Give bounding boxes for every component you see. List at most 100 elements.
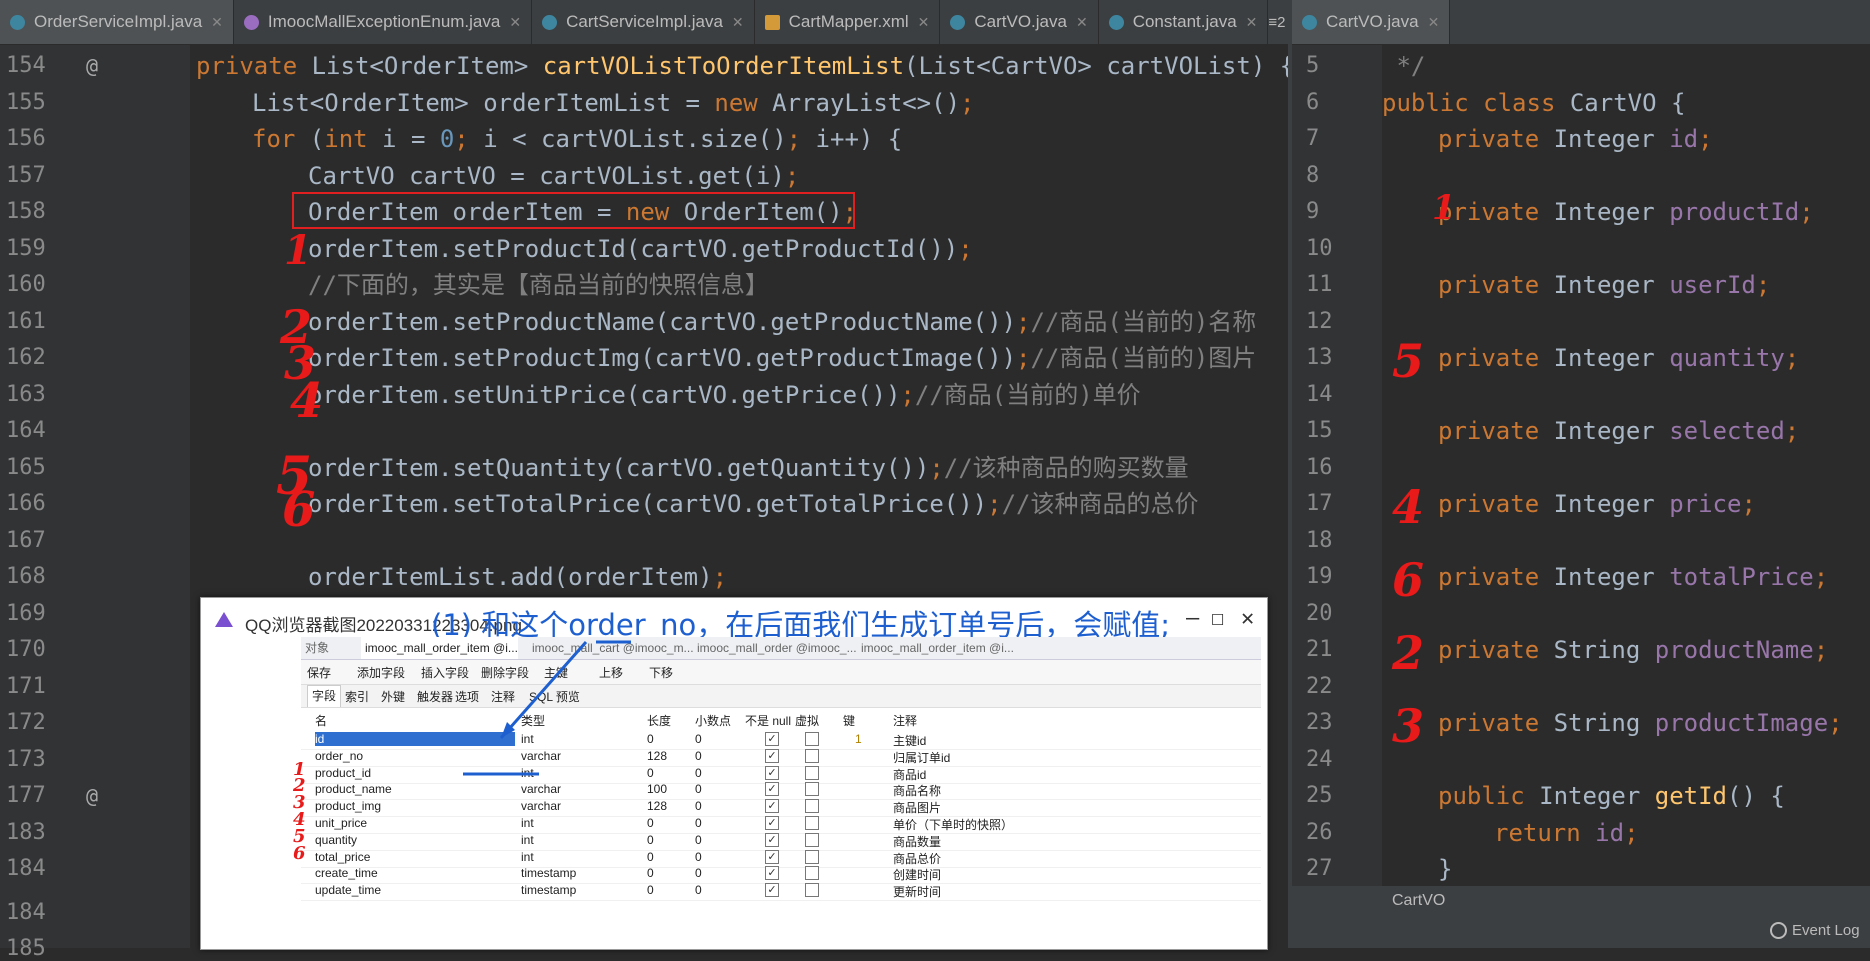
close-tab-icon[interactable]: ✕	[1428, 14, 1440, 31]
tab-orderserviceimpl-java[interactable]: OrderServiceImpl.java ✕	[0, 0, 234, 44]
cell-len[interactable]: 0	[647, 766, 654, 780]
subtab[interactable]: 外键	[381, 688, 405, 705]
navicat-tab[interactable]: imooc_mall_order @imooc_...	[693, 637, 857, 659]
tab-cartvo-java[interactable]: CartVO.java ✕	[940, 0, 1099, 44]
not-null-checkbox[interactable]: ✓	[765, 748, 779, 763]
cell-len[interactable]: 0	[647, 883, 654, 897]
tab-imoocmallexceptionenum-java[interactable]: ImoocMallExceptionEnum.java ✕	[234, 0, 533, 44]
virtual-checkbox[interactable]	[805, 782, 819, 797]
toolbar-button[interactable]: 上移	[599, 664, 623, 681]
cell-type[interactable]: int	[521, 816, 534, 830]
virtual-checkbox[interactable]	[805, 816, 819, 830]
cell-dec[interactable]: 0	[695, 732, 702, 746]
cell-type[interactable]: varchar	[521, 782, 561, 796]
not-null-checkbox[interactable]: ✓	[765, 866, 779, 881]
cell-type[interactable]: int	[521, 833, 534, 847]
tab-cartvo-java[interactable]: CartVO.java ✕	[1292, 0, 1451, 44]
cell-dec[interactable]: 0	[695, 866, 702, 880]
cell-dec[interactable]: 0	[695, 850, 702, 864]
override-icon[interactable]: @	[86, 54, 98, 78]
navicat-tab[interactable]: imooc_mall_cart @imooc_m...	[528, 637, 694, 659]
virtual-checkbox[interactable]	[805, 732, 819, 746]
cell-dec[interactable]: 0	[695, 799, 702, 813]
qq-screenshot-viewer-window[interactable]: QQ浏览器截图20220331223304.png (1) 和这个order_n…	[200, 597, 1268, 950]
virtual-checkbox[interactable]	[805, 866, 819, 881]
cell-len[interactable]: 0	[647, 850, 654, 864]
not-null-checkbox[interactable]: ✓	[765, 849, 779, 864]
cell-len[interactable]: 0	[647, 833, 654, 847]
not-null-checkbox[interactable]: ✓	[765, 799, 779, 814]
cell-name[interactable]: quantity	[315, 833, 357, 847]
subtab[interactable]: 选项	[455, 688, 479, 705]
tab-constant-java[interactable]: Constant.java ✕	[1099, 0, 1269, 44]
cell-type[interactable]: varchar	[521, 799, 561, 813]
tab-cartmapper-xml[interactable]: CartMapper.xml ✕	[755, 0, 941, 44]
cell-name[interactable]: create_time	[315, 866, 378, 880]
cell-len[interactable]: 0	[647, 816, 654, 830]
right-code-editor[interactable]: 5 */ 6 public class CartVO {7 private Integ…	[1292, 45, 1870, 886]
tab-cartserviceimpl-java[interactable]: CartServiceImpl.java ✕	[532, 0, 755, 44]
toolbar-button[interactable]: 添加字段	[357, 664, 405, 681]
cell-name[interactable]: total_price	[315, 850, 370, 864]
close-tab-icon[interactable]: ✕	[1246, 14, 1258, 31]
cell-dec[interactable]: 0	[695, 816, 702, 830]
toolbar-button[interactable]: 插入字段	[421, 664, 469, 681]
cell-type[interactable]: int	[521, 766, 534, 780]
toolbar-button[interactable]: 保存	[307, 664, 331, 681]
subtab[interactable]: 索引	[345, 688, 369, 705]
cell-type[interactable]: int	[521, 732, 534, 746]
close-tab-icon[interactable]: ✕	[732, 14, 744, 31]
virtual-checkbox[interactable]	[805, 748, 819, 763]
cell-name[interactable]: update_time	[315, 883, 381, 897]
cell-dec[interactable]: 0	[695, 833, 702, 847]
virtual-checkbox[interactable]	[805, 832, 819, 847]
not-null-checkbox[interactable]: ✓	[765, 782, 779, 797]
virtual-checkbox[interactable]	[805, 765, 819, 780]
cell-len[interactable]: 100	[647, 782, 667, 796]
cell-len[interactable]: 0	[647, 732, 654, 746]
navicat-tab[interactable]: imooc_mall_order_item @i...	[857, 637, 1014, 659]
virtual-checkbox[interactable]	[805, 799, 819, 814]
cell-dec[interactable]: 0	[695, 749, 702, 763]
cell-name[interactable]: product_id	[315, 766, 371, 780]
breadcrumb[interactable]: CartVO	[1392, 892, 1445, 910]
cell-name[interactable]: unit_price	[315, 816, 367, 830]
cell-len[interactable]: 128	[647, 799, 667, 813]
event-log-button[interactable]: Event Log	[1792, 922, 1860, 939]
cell-type[interactable]: varchar	[521, 749, 561, 763]
table-row[interactable]: update_time timestamp 0 0 ✓ 更新时间	[301, 880, 1261, 902]
maximize-button[interactable]: ☐	[1211, 606, 1224, 631]
close-tab-icon[interactable]: ✕	[1076, 14, 1088, 31]
not-null-checkbox[interactable]: ✓	[765, 883, 779, 898]
not-null-checkbox[interactable]: ✓	[765, 732, 779, 746]
close-button[interactable]: ✕	[1241, 606, 1254, 631]
virtual-checkbox[interactable]	[805, 849, 819, 864]
toolbar-button[interactable]: 删除字段	[481, 664, 529, 681]
minimize-button[interactable]: —	[1186, 606, 1199, 631]
not-null-checkbox[interactable]: ✓	[765, 816, 779, 830]
virtual-checkbox[interactable]	[805, 883, 819, 898]
cell-comment[interactable]: 更新时间	[893, 883, 941, 900]
close-tab-icon[interactable]: ✕	[918, 14, 930, 31]
cell-type[interactable]: timestamp	[521, 883, 576, 897]
not-null-checkbox[interactable]: ✓	[765, 832, 779, 847]
cell-name[interactable]: order_no	[315, 749, 363, 763]
cell-len[interactable]: 0	[647, 866, 654, 880]
cell-name[interactable]: product_name	[315, 782, 392, 796]
cell-dec[interactable]: 0	[695, 766, 702, 780]
close-tab-icon[interactable]: ✕	[509, 14, 521, 31]
cell-type[interactable]: int	[521, 850, 534, 864]
cell-dec[interactable]: 0	[695, 883, 702, 897]
subtab[interactable]: SQL 预览	[529, 688, 580, 705]
tabs-overflow-menu[interactable]: ≡2	[1268, 14, 1288, 31]
not-null-checkbox[interactable]: ✓	[765, 765, 779, 780]
cell-dec[interactable]: 0	[695, 782, 702, 796]
cell-name[interactable]: id	[315, 732, 515, 746]
navicat-tab[interactable]: imooc_mall_order_item @i...	[361, 637, 518, 659]
override-icon[interactable]: @	[86, 784, 98, 808]
subtab[interactable]: 注释	[491, 688, 515, 705]
subtab[interactable]: 字段	[307, 685, 342, 707]
toolbar-button[interactable]: 下移	[649, 664, 673, 681]
subtab[interactable]: 触发器	[417, 688, 453, 705]
close-tab-icon[interactable]: ✕	[211, 14, 223, 31]
